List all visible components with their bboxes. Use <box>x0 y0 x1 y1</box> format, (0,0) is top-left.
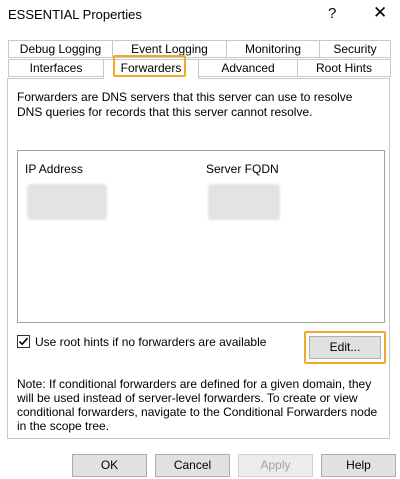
column-header-ip-address[interactable]: IP Address <box>25 162 83 176</box>
tab-interfaces[interactable]: Interfaces <box>8 59 104 77</box>
window-title: ESSENTIAL Properties <box>8 7 142 22</box>
tab-event-logging[interactable]: Event Logging <box>112 40 227 58</box>
edit-button[interactable]: Edit... <box>309 336 381 359</box>
tab-security[interactable]: Security <box>319 40 391 58</box>
redacted-server-fqdn <box>208 184 280 220</box>
redacted-ip-address <box>27 184 107 220</box>
apply-button[interactable]: Apply <box>238 454 313 477</box>
title-bar: ESSENTIAL Properties ? ✕ <box>0 0 400 30</box>
use-root-hints-checkbox[interactable] <box>17 335 30 348</box>
help-icon[interactable]: ? <box>328 5 336 22</box>
use-root-hints-label[interactable]: Use root hints if no forwarders are avai… <box>35 335 266 349</box>
help-button[interactable]: Help <box>321 454 396 477</box>
column-header-server-fqdn[interactable]: Server FQDN <box>206 162 279 176</box>
forwarders-description: Forwarders are DNS servers that this ser… <box>17 90 353 119</box>
tab-advanced[interactable]: Advanced <box>198 59 298 77</box>
ok-button[interactable]: OK <box>72 454 147 477</box>
tab-root-hints[interactable]: Root Hints <box>297 59 391 77</box>
tab-monitoring[interactable]: Monitoring <box>226 40 320 58</box>
tab-debug-logging[interactable]: Debug Logging <box>8 40 113 58</box>
cancel-button[interactable]: Cancel <box>155 454 230 477</box>
checkmark-icon <box>18 337 29 346</box>
forwarders-list[interactable]: IP Address Server FQDN <box>17 150 385 323</box>
conditional-forwarders-note: Note: If conditional forwarders are defi… <box>17 377 378 433</box>
close-icon[interactable]: ✕ <box>373 4 387 21</box>
tab-forwarders[interactable]: Forwarders <box>103 59 199 79</box>
